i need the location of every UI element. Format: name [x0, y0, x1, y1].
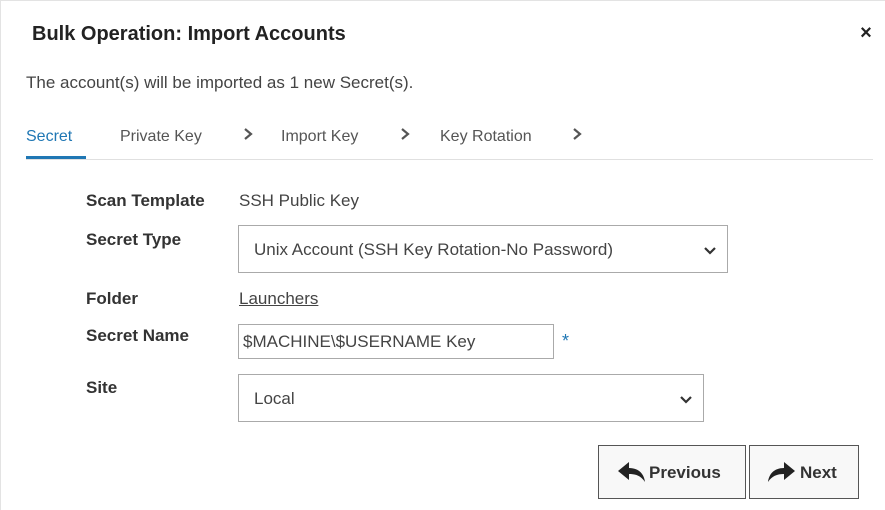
- tab-private-key[interactable]: Private Key: [120, 128, 202, 146]
- scan-template-label: Scan Template: [86, 191, 205, 210]
- next-button-label: Next: [800, 463, 837, 482]
- secret-type-label: Secret Type: [86, 230, 182, 249]
- chevron-right-icon: [571, 127, 583, 146]
- dialog-title: Bulk Operation: Import Accounts: [32, 23, 346, 45]
- chevron-down-icon: [679, 392, 693, 406]
- site-select[interactable]: Local: [238, 374, 704, 422]
- import-summary-text: The account(s) will be imported as 1 new…: [26, 73, 414, 92]
- secret-name-label: Secret Name: [86, 326, 190, 345]
- reply-arrow-icon: [617, 461, 647, 483]
- scan-template-value: SSH Public Key: [239, 191, 359, 210]
- secret-type-selected: Unix Account (SSH Key Rotation-No Passwo…: [254, 240, 614, 259]
- folder-label: Folder: [86, 289, 138, 308]
- forward-arrow-icon: [766, 461, 796, 483]
- site-label: Site: [86, 378, 118, 397]
- chevron-right-icon: [399, 127, 411, 146]
- previous-button[interactable]: Previous: [598, 445, 746, 499]
- secret-name-value: $MACHINE\$USERNAME Key: [243, 332, 476, 351]
- active-tab-indicator: [26, 156, 86, 159]
- site-selected: Local: [254, 389, 295, 408]
- secret-name-input[interactable]: $MACHINE\$USERNAME Key: [238, 324, 554, 359]
- chevron-down-icon: [703, 243, 717, 257]
- tab-key-rotation[interactable]: Key Rotation: [440, 128, 532, 146]
- next-button[interactable]: Next: [749, 445, 859, 499]
- close-icon[interactable]: ×: [855, 21, 877, 45]
- import-accounts-dialog: Bulk Operation: Import Accounts × The ac…: [0, 0, 885, 510]
- required-marker: *: [562, 331, 570, 351]
- previous-button-label: Previous: [649, 463, 721, 482]
- secret-type-select[interactable]: Unix Account (SSH Key Rotation-No Passwo…: [238, 225, 728, 273]
- folder-link[interactable]: Launchers: [239, 289, 318, 309]
- wizard-tabs: Secret Private Key Import Key Key Rotati…: [26, 117, 873, 160]
- chevron-right-icon: [242, 127, 254, 146]
- tab-secret[interactable]: Secret: [26, 128, 72, 146]
- tab-import-key[interactable]: Import Key: [281, 128, 358, 146]
